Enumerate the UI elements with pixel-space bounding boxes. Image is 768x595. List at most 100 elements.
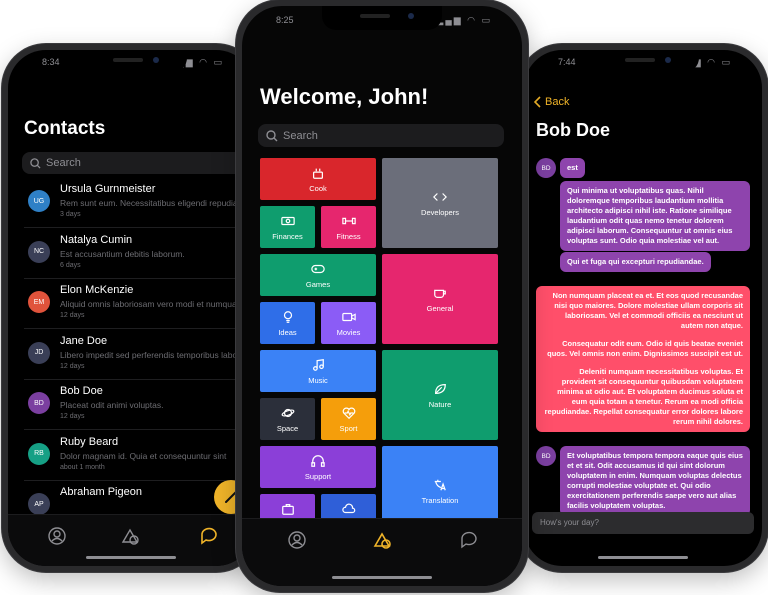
search-input[interactable]: Search	[22, 152, 254, 174]
contact-row[interactable]: NC Natalya Cumin Est accusantium debitis l…	[24, 229, 254, 279]
category-label: Sport	[339, 423, 358, 433]
phone-notch	[75, 50, 187, 72]
categories-screen: 8:25 ▂▄▆ ◠ ▭ Welcome, John! Search Cook D…	[242, 6, 522, 586]
category-tile-fitness[interactable]: Fitness	[321, 206, 376, 248]
avatar: UG	[28, 190, 50, 212]
tab-chats[interactable]	[198, 525, 220, 547]
back-button[interactable]: Back	[534, 96, 569, 108]
contact-row[interactable]: JD Jane Doe Libero impedit sed perferendis…	[24, 330, 254, 380]
video-icon	[341, 312, 356, 321]
contact-timestamp: 6 days	[60, 261, 81, 269]
page-title: Bob Doe	[536, 120, 610, 140]
avatar: NC	[28, 240, 50, 263]
category-tile-support[interactable]: Support	[260, 446, 376, 488]
message-input[interactable]: How's your day?	[532, 512, 754, 534]
category-tile-cook[interactable]: Cook	[260, 158, 376, 200]
tab-chats[interactable]	[458, 529, 480, 551]
contact-timestamp: 3 days	[60, 211, 81, 218]
contact-row[interactable]: EM Elon McKenzie Aliquid omnis laboriosam …	[24, 279, 254, 329]
category-label: Support	[304, 471, 332, 481]
tab-categories[interactable]	[120, 525, 142, 547]
dumbbell-icon	[341, 217, 356, 224]
category-label: Movies	[336, 327, 361, 337]
back-label: Back	[545, 96, 570, 108]
music-icon	[313, 358, 324, 371]
shapes-icon	[373, 532, 391, 549]
category-label: Nature	[428, 399, 452, 409]
planet-icon	[281, 408, 294, 417]
search-input[interactable]: Search	[258, 124, 504, 147]
category-tile-general[interactable]: General	[382, 254, 498, 344]
category-label: Ideas	[278, 327, 297, 337]
shapes-icon	[121, 528, 139, 545]
contact-name: Bob Doe	[60, 385, 103, 397]
gamepad-icon	[311, 264, 325, 273]
chat-bubble-icon	[461, 531, 477, 549]
category-label: Fitness	[336, 231, 361, 241]
category-label: Music	[308, 375, 328, 385]
category-label: Translation	[421, 495, 459, 505]
category-label: Games	[305, 279, 331, 289]
status-icons: ▂▄▆ ◠ ▭	[436, 15, 492, 25]
status-time: 8:25	[276, 15, 294, 25]
cook-icon	[313, 168, 323, 179]
category-tile-finances[interactable]: Finances	[260, 206, 315, 248]
search-icon	[30, 157, 41, 169]
category-tile-movies[interactable]: Movies	[321, 302, 376, 344]
category-label: General	[426, 303, 454, 313]
contact-last-message: Libero impedit sed perferendis temporibu…	[60, 349, 250, 360]
contact-timestamp: 12 days	[60, 362, 85, 370]
person-icon	[48, 527, 66, 545]
translate-icon	[434, 479, 446, 490]
search-placeholder: Search	[283, 129, 318, 142]
chat-screen: 7:44 ▂▄▆ ◠ ▭ Back Bob Doe BD est Qui min…	[524, 50, 762, 566]
category-label: Cook	[309, 183, 327, 193]
contacts-phone: 8:34 ▂▄▆ ◠ ▭ Contacts Search UG Ursula Gu…	[2, 44, 260, 572]
avatar: BD	[536, 158, 556, 178]
category-tile-ideas[interactable]: Ideas	[260, 302, 315, 344]
tab-profile[interactable]	[46, 525, 68, 547]
tab-categories[interactable]	[372, 529, 394, 551]
chat-message: Qui minima ut voluptatibus quas. Nihil d…	[560, 181, 750, 251]
categories-phone: 8:25 ▂▄▆ ◠ ▭ Welcome, John! Search Cook D…	[236, 0, 528, 592]
category-tile-games[interactable]: Games	[260, 254, 376, 296]
home-indicator	[86, 556, 176, 559]
category-tile-nature[interactable]: Nature	[382, 350, 498, 440]
contact-timestamp: 12 days	[60, 413, 85, 420]
heartbeat-icon	[342, 407, 355, 419]
headphones-icon	[311, 454, 325, 467]
contact-row[interactable]: RB Ruby Beard Dolor magnam id. Quia et con…	[24, 431, 254, 481]
suitcase-icon	[281, 503, 294, 515]
message-paragraph: Consequatur odit eum. Odio id quis beata…	[547, 339, 743, 358]
tab-bar	[8, 514, 254, 566]
category-label: Space	[276, 423, 299, 433]
home-indicator	[332, 576, 432, 579]
chat-message-outgoing: Non numquam placeat ea et. Et eos quod r…	[536, 286, 750, 432]
search-icon	[266, 129, 278, 141]
chat-phone: 7:44 ▂▄▆ ◠ ▭ Back Bob Doe BD est Qui min…	[518, 44, 768, 572]
category-label: Developers	[421, 207, 459, 217]
category-tile-developers[interactable]: Developers	[382, 158, 498, 248]
contact-last-message: Rem sunt eum. Necessitatibus eligendi re…	[60, 198, 250, 208]
contact-timestamp: about 1 month	[60, 463, 105, 471]
tab-bar	[242, 518, 522, 586]
category-tile-sport[interactable]: Sport	[321, 398, 376, 440]
phone-notch	[322, 6, 442, 30]
page-title: Welcome, John!	[260, 84, 429, 109]
chat-bubble-icon	[201, 527, 217, 545]
contact-row[interactable]: BD Bob Doe Placeat odit animi voluptas. 12 …	[24, 380, 254, 430]
contact-row[interactable]: UG Ursula Gurnmeister Rem sunt eum. Necess…	[24, 178, 254, 228]
avatar: RB	[28, 442, 50, 465]
category-tile-music[interactable]: Music	[260, 350, 376, 392]
avatar: EM	[28, 291, 50, 313]
category-tile-space[interactable]: Space	[260, 398, 315, 440]
contact-last-message: Dolor magnam id. Quia et consequuntur si…	[60, 450, 227, 461]
contact-last-message: Placeat odit animi voluptas.	[60, 400, 164, 410]
tab-profile[interactable]	[286, 529, 308, 551]
contacts-screen: 8:34 ▂▄▆ ◠ ▭ Contacts Search UG Ursula Gu…	[8, 50, 254, 566]
category-label: Finances	[272, 231, 303, 241]
contact-name: Abraham Pigeon	[60, 486, 142, 498]
chat-message: Et voluptatibus tempora tempora eaque qu…	[560, 446, 750, 516]
contact-name: Ruby Beard	[60, 435, 119, 448]
page-title: Contacts	[24, 118, 106, 139]
